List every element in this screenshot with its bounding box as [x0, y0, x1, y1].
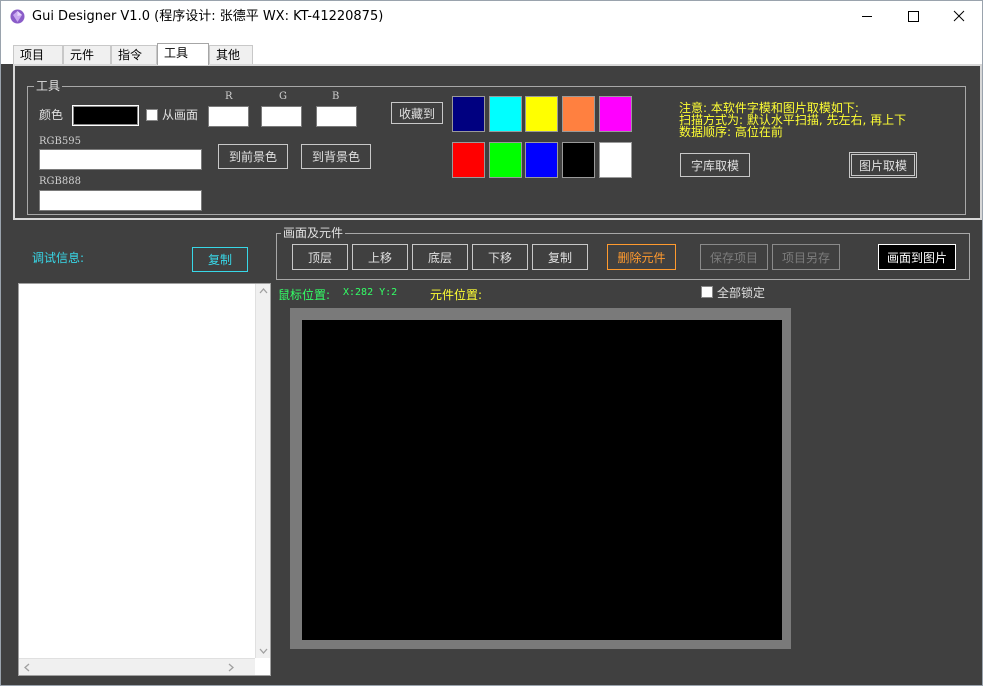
bring-to-top-button[interactable]: 顶层 [292, 244, 348, 270]
tab-strip: 项目 元件 指令 工具 其他 [1, 32, 982, 65]
from-screen-checkbox[interactable] [146, 109, 158, 121]
maximize-button[interactable] [890, 1, 936, 32]
vertical-scrollbar[interactable] [255, 284, 270, 658]
lock-all-checkbox[interactable] [701, 286, 713, 298]
minimize-button[interactable] [844, 1, 890, 32]
debug-copy-button[interactable]: 复制 [192, 247, 248, 272]
lock-all-label: 全部锁定 [717, 286, 766, 300]
horizontal-scrollbar[interactable] [19, 658, 255, 675]
delete-element-button[interactable]: 删除元件 [607, 244, 676, 270]
rgb595-label: RGB595 [39, 136, 81, 147]
g-input[interactable] [261, 106, 302, 127]
to-background-button[interactable]: 到背景色 [301, 144, 371, 169]
swatch-magenta[interactable] [599, 96, 632, 132]
rgb595-input[interactable] [39, 149, 202, 170]
scroll-right-icon[interactable] [228, 663, 235, 672]
maximize-icon [908, 11, 919, 22]
tab-tools[interactable]: 工具 [157, 43, 209, 65]
tab-commands[interactable]: 指令 [111, 45, 157, 64]
b-label: B [332, 91, 340, 102]
swatch-orange[interactable] [562, 96, 595, 132]
current-color-fill [73, 106, 138, 125]
tab-other[interactable]: 其他 [209, 45, 253, 64]
purple-gem-icon [10, 9, 25, 24]
save-project-as-button[interactable]: 项目另存 [772, 244, 840, 270]
debug-label: 调试信息: [32, 251, 85, 265]
color-label: 颜色 [39, 108, 64, 122]
b-input[interactable] [316, 106, 357, 127]
debug-info-list[interactable] [18, 283, 271, 676]
collect-button[interactable]: 收藏到 [391, 102, 443, 124]
canvas-to-image-button[interactable]: 画面到图片 [878, 244, 956, 270]
canvas-group-title: 画面及元件 [281, 226, 346, 240]
send-to-bottom-button[interactable]: 底层 [412, 244, 468, 270]
tools-panel: 工具 颜色 从画面 R G B 收藏到 RGB595 RGB888 到前景色 到… [13, 64, 982, 220]
swatch-black[interactable] [562, 142, 595, 178]
window-title: Gui Designer V1.0 (程序设计: 张德平 WX: KT-4122… [32, 9, 384, 24]
scroll-up-icon[interactable] [259, 287, 268, 294]
design-canvas[interactable] [302, 320, 782, 640]
tab-project[interactable]: 项目 [13, 45, 63, 64]
tools-group-title: 工具 [34, 79, 63, 93]
swatch-cyan[interactable] [489, 96, 522, 132]
current-color-box[interactable] [72, 105, 139, 126]
mouse-position-label: 鼠标位置: [278, 288, 331, 302]
image-extract-button[interactable]: 图片取模 [849, 152, 917, 178]
close-icon [953, 10, 965, 22]
move-down-button[interactable]: 下移 [472, 244, 528, 270]
note-line-3: 数据顺序: 高位在前 [679, 125, 783, 139]
copy-element-button[interactable]: 复制 [532, 244, 588, 270]
rgb888-label: RGB888 [39, 176, 81, 187]
title-bar: Gui Designer V1.0 (程序设计: 张德平 WX: KT-4122… [1, 1, 982, 32]
close-button[interactable] [936, 1, 982, 32]
tab-elements[interactable]: 元件 [63, 45, 111, 64]
app-window: Gui Designer V1.0 (程序设计: 张德平 WX: KT-4122… [0, 0, 983, 686]
swatch-green[interactable] [489, 142, 522, 178]
r-input[interactable] [208, 106, 249, 127]
scroll-left-icon[interactable] [23, 663, 30, 672]
swatch-yellow[interactable] [525, 96, 558, 132]
mouse-position-value: X:282 Y:2 [343, 287, 398, 298]
scroll-down-icon[interactable] [259, 648, 268, 655]
swatch-navy[interactable] [452, 96, 485, 132]
g-label: G [279, 91, 287, 102]
r-label: R [225, 91, 233, 102]
swatch-red[interactable] [452, 142, 485, 178]
font-extract-button[interactable]: 字库取模 [680, 153, 750, 177]
save-project-button[interactable]: 保存项目 [700, 244, 768, 270]
from-screen-label: 从画面 [162, 108, 199, 122]
swatch-white[interactable] [599, 142, 632, 178]
rgb888-input[interactable] [39, 190, 202, 211]
to-foreground-button[interactable]: 到前景色 [218, 144, 288, 169]
element-position-label: 元件位置: [430, 288, 483, 302]
move-up-button[interactable]: 上移 [352, 244, 408, 270]
minimize-icon [862, 16, 872, 17]
swatch-blue[interactable] [525, 142, 558, 178]
